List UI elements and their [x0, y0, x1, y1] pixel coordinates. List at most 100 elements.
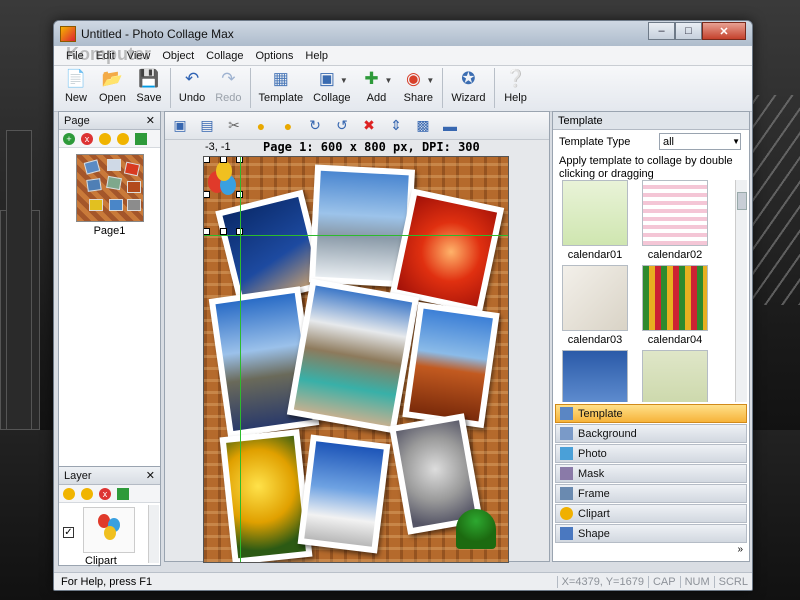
- category-mask[interactable]: Mask: [555, 464, 747, 483]
- menu-edit[interactable]: Edit: [90, 50, 121, 62]
- add-icon: ✚: [364, 69, 379, 88]
- template-item[interactable]: calendar04: [639, 265, 711, 346]
- template-panel-header: Template: [553, 112, 749, 130]
- template-item[interactable]: calendar03: [559, 265, 631, 346]
- share-button[interactable]: ◉ ▼ Share: [397, 68, 439, 104]
- category-photo[interactable]: Photo: [555, 444, 747, 463]
- layer-thumbnail[interactable]: [83, 507, 135, 553]
- menu-file[interactable]: File: [60, 50, 90, 62]
- scrollbar-thumb[interactable]: [737, 192, 747, 210]
- delete-page-icon[interactable]: x: [81, 132, 93, 145]
- category-shape[interactable]: Shape: [555, 524, 747, 543]
- add-label: Add: [366, 92, 387, 104]
- title-bar[interactable]: Untitled - Photo Collage Max – □ ✕: [54, 21, 752, 46]
- close-icon[interactable]: ✕: [146, 114, 155, 127]
- category-label: Clipart: [578, 507, 610, 520]
- collage-page[interactable]: [203, 156, 509, 563]
- page-info-label: Page 1: 600 x 800 px, DPI: 300: [263, 140, 480, 154]
- new-button[interactable]: 📄 New: [58, 68, 94, 104]
- redo-label: Redo: [215, 92, 242, 104]
- save-button[interactable]: 💾 Save: [131, 68, 167, 104]
- move-up-icon[interactable]: [99, 132, 111, 145]
- page-panel-header: Page ✕: [59, 112, 160, 130]
- menu-view[interactable]: View: [121, 50, 157, 62]
- template-button[interactable]: ▦ Template: [254, 68, 309, 104]
- bring-forward-icon[interactable]: ●: [250, 116, 272, 136]
- template-thumbnail: [562, 265, 628, 331]
- add-button[interactable]: ✚ ▼ Add: [355, 68, 397, 104]
- page-thumbnail[interactable]: [75, 154, 144, 222]
- template-item[interactable]: calendar01: [559, 180, 631, 261]
- chevron-down-icon[interactable]: ▼: [384, 76, 392, 85]
- alignment-guide: [240, 157, 241, 562]
- crop-icon[interactable]: ✂: [223, 116, 245, 136]
- menu-help[interactable]: Help: [299, 50, 334, 62]
- send-backward-icon[interactable]: ●: [277, 116, 299, 136]
- template-icon: ▦: [272, 69, 289, 88]
- template-type-select[interactable]: all ▼: [659, 133, 741, 150]
- layer-scrollbar[interactable]: [148, 505, 159, 563]
- template-item[interactable]: [559, 350, 631, 402]
- resize-handle[interactable]: [204, 228, 210, 235]
- template-name: calendar02: [647, 249, 703, 261]
- category-clipart[interactable]: Clipart: [555, 504, 747, 523]
- palm-tree-clipart[interactable]: [456, 509, 496, 549]
- category-background[interactable]: Background: [555, 424, 747, 443]
- resize-handle[interactable]: [204, 191, 210, 198]
- open-button[interactable]: 📂 Open: [94, 68, 131, 104]
- align-icon[interactable]: ⇕: [385, 116, 407, 136]
- status-cap: CAP: [647, 575, 680, 588]
- maximize-button[interactable]: □: [675, 22, 702, 40]
- minimize-button[interactable]: –: [648, 22, 675, 40]
- move-down-icon[interactable]: [117, 132, 129, 145]
- image-icon[interactable]: ▣: [169, 116, 191, 136]
- template-thumbnail: [642, 180, 708, 246]
- menu-collage[interactable]: Collage: [200, 50, 249, 62]
- chevron-down-icon[interactable]: ▼: [340, 76, 348, 85]
- delete-layer-icon[interactable]: x: [99, 487, 111, 500]
- category-frame[interactable]: Frame: [555, 484, 747, 503]
- chevron-more-icon[interactable]: »: [553, 544, 749, 555]
- template-scrollbar[interactable]: [735, 180, 747, 402]
- menu-object[interactable]: Object: [156, 50, 200, 62]
- photo-icon[interactable]: ▤: [196, 116, 218, 136]
- size-icon[interactable]: ▩: [412, 116, 434, 136]
- layer-visibility-checkbox[interactable]: ✓: [63, 527, 74, 538]
- redo-button[interactable]: ↷ Redo: [210, 68, 246, 104]
- refresh-icon[interactable]: [117, 487, 129, 500]
- collage-photo-lighthouse[interactable]: [297, 434, 391, 554]
- collage-photo-lake-valley[interactable]: [286, 278, 420, 434]
- rotate-right-icon[interactable]: ↻: [304, 116, 326, 136]
- template-item[interactable]: calendar02: [639, 180, 711, 261]
- close-icon[interactable]: ✕: [146, 469, 155, 482]
- resize-handle[interactable]: [220, 228, 227, 235]
- undo-button[interactable]: ↶ Undo: [174, 68, 210, 104]
- resize-handle[interactable]: [204, 157, 210, 163]
- delete-icon[interactable]: ✖: [358, 116, 380, 136]
- refresh-icon[interactable]: [135, 132, 147, 145]
- open-folder-icon: 📂: [101, 69, 124, 88]
- menu-options[interactable]: Options: [249, 50, 299, 62]
- close-button[interactable]: ✕: [702, 22, 746, 40]
- new-document-icon: 📄: [65, 69, 87, 88]
- collage-photo-red-rock[interactable]: [402, 301, 500, 429]
- arrange-icon[interactable]: ▬: [439, 116, 461, 136]
- clipart-icon: [560, 507, 573, 520]
- rotate-left-icon[interactable]: ↺: [331, 116, 353, 136]
- help-button[interactable]: ❔ Help: [498, 68, 534, 104]
- resize-handle[interactable]: [220, 157, 227, 163]
- collage-label: Collage: [313, 92, 351, 104]
- tower: [6, 130, 32, 430]
- category-template[interactable]: Template: [555, 404, 747, 423]
- photo-icon: [560, 447, 573, 460]
- status-num: NUM: [679, 575, 714, 588]
- move-down-icon[interactable]: [81, 487, 93, 500]
- category-label: Shape: [578, 527, 610, 540]
- cursor-coordinates: -3, -1: [205, 141, 231, 153]
- chevron-down-icon[interactable]: ▼: [426, 76, 434, 85]
- template-item[interactable]: [639, 350, 711, 402]
- wizard-button[interactable]: ✪ Wizard: [446, 68, 490, 104]
- collage-button[interactable]: ▣ ▼ Collage: [308, 68, 355, 104]
- move-up-icon[interactable]: [63, 487, 75, 500]
- add-page-icon[interactable]: +: [63, 132, 75, 145]
